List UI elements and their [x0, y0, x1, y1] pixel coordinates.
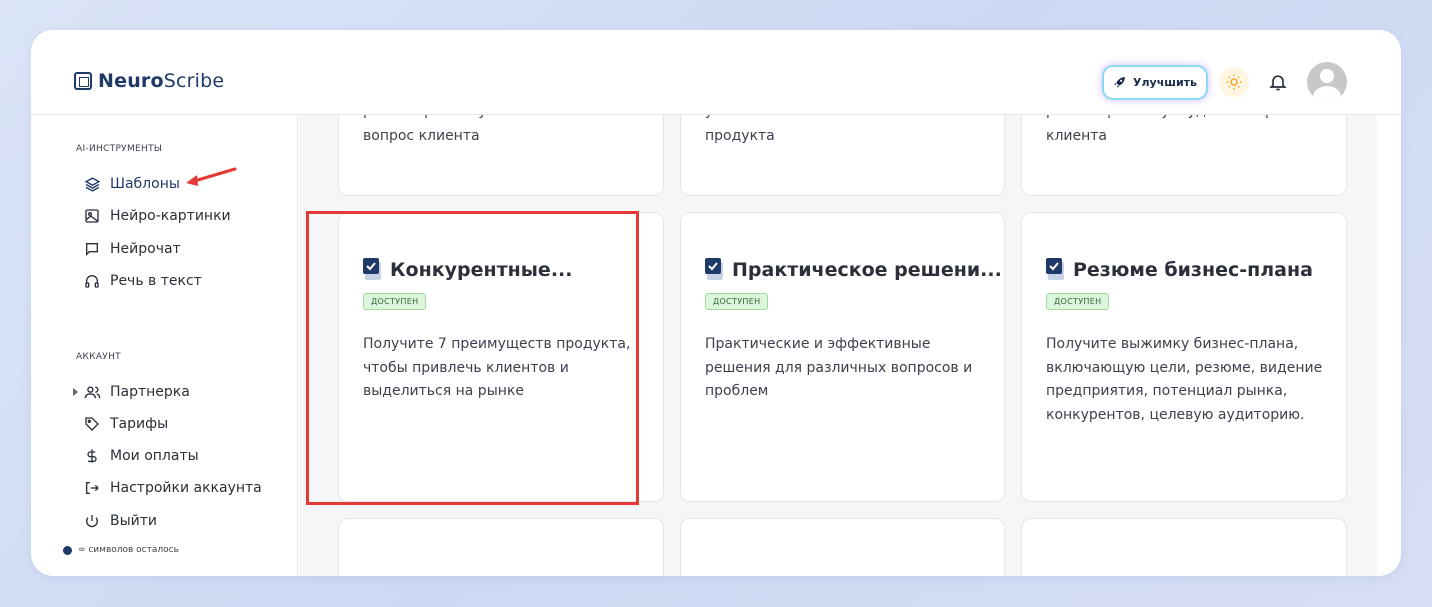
template-card[interactable]: решит проблему и удовлетворит клиента	[1021, 115, 1347, 196]
sidebar-item-account-settings[interactable]: Настройки аккаунта	[83, 479, 262, 497]
sidebar-item-logout[interactable]: Выйти	[83, 512, 157, 530]
rocket-icon	[1114, 77, 1125, 88]
status-dot	[63, 545, 72, 555]
theme-toggle-button[interactable]	[1219, 67, 1249, 97]
card-description-partial: решит проблему или ответит на	[363, 115, 604, 124]
sidebar-item-neuro-images[interactable]: Нейро-картинки	[83, 207, 231, 225]
checkbox-doc-icon	[1046, 258, 1066, 282]
symbols-remaining: ∞ символов осталось	[63, 545, 179, 555]
template-card[interactable]: уникальных возможностей вашего продукта	[680, 115, 1005, 196]
sidebar-item-label: Партнерка	[110, 384, 190, 400]
sidebar-item-label: Речь в текст	[110, 273, 202, 289]
app-window: NeuroScribe Улучшить AI-ИНСТРУМЕНТЫ Шабл…	[31, 30, 1401, 576]
card-title: Резюме бизнес-плана	[1046, 258, 1313, 282]
card-description-partial: клиента	[1046, 128, 1108, 144]
sidebar-item-label: Тарифы	[110, 416, 169, 432]
template-card-practical-solution[interactable]: Практическое решени... ДОСТУПЕН Практиче…	[680, 212, 1005, 502]
sidebar-item-templates[interactable]: Шаблоны	[83, 175, 180, 193]
upgrade-button[interactable]: Улучшить	[1104, 67, 1206, 98]
image-icon	[83, 207, 101, 225]
checkbox-doc-icon	[363, 258, 383, 282]
checkbox-doc-icon	[705, 258, 725, 282]
section-title-tools: AI-ИНСТРУМЕНТЫ	[76, 144, 163, 154]
sidebar-item-label: Выйти	[110, 513, 158, 529]
card-description-partial: уникальных возможностей вашего	[705, 115, 965, 124]
section-title-account: АККАУНТ	[76, 352, 121, 362]
notifications-button[interactable]	[1268, 72, 1288, 96]
annotation-arrow	[186, 167, 237, 186]
template-card[interactable]: решит проблему или ответит на вопрос кли…	[338, 115, 664, 196]
logo-icon	[74, 72, 92, 90]
sidebar-item-label: Шаблоны	[110, 176, 180, 192]
top-header: NeuroScribe Улучшить	[31, 30, 1401, 115]
card-description: Практические и эффективные решения для р…	[705, 336, 973, 399]
sidebar-item-label: Мои оплаты	[110, 448, 199, 464]
expand-caret-icon[interactable]	[73, 388, 78, 396]
template-card[interactable]	[680, 518, 1005, 576]
sidebar-item-payments[interactable]: Мои оплаты	[83, 447, 199, 465]
logo-text: NeuroScribe	[98, 70, 225, 92]
avatar[interactable]	[1307, 62, 1347, 102]
template-card-competitive[interactable]: Конкурентные... ДОСТУПЕН Получите 7 преи…	[338, 212, 664, 502]
tag-icon	[83, 415, 101, 433]
template-card-business-plan[interactable]: Резюме бизнес-плана ДОСТУПЕН Получите вы…	[1021, 212, 1347, 502]
users-icon	[83, 383, 101, 401]
card-description-partial: продукта	[705, 128, 775, 144]
card-title: Практическое решени...	[705, 258, 1002, 282]
card-description: Получите выжимку бизнес-плана, включающу…	[1046, 336, 1323, 423]
template-card[interactable]	[1021, 518, 1347, 576]
status-badge: ДОСТУПЕН	[705, 293, 769, 310]
bell-icon	[1269, 75, 1287, 91]
logo[interactable]: NeuroScribe	[74, 70, 224, 92]
sidebar-item-tariffs[interactable]: Тарифы	[83, 415, 168, 433]
headphones-icon	[83, 272, 101, 290]
sidebar-item-label: Настройки аккаунта	[110, 480, 262, 496]
status-badge: ДОСТУПЕН	[363, 293, 427, 310]
dollar-icon	[83, 447, 101, 465]
sidebar-item-neurochat[interactable]: Нейрочат	[83, 240, 181, 258]
upgrade-label: Улучшить	[1133, 76, 1197, 89]
sidebar-item-label: Нейрочат	[110, 241, 181, 257]
sidebar-item-speech-to-text[interactable]: Речь в текст	[83, 272, 202, 290]
sidebar-item-partner[interactable]: Партнерка	[73, 383, 190, 401]
layers-icon	[83, 175, 101, 193]
sidebar-item-label: Нейро-картинки	[110, 208, 231, 224]
logout-arrow-icon	[83, 479, 101, 497]
template-card[interactable]	[338, 518, 664, 576]
templates-grid: решит проблему или ответит на вопрос кли…	[299, 115, 1377, 576]
sidebar: AI-ИНСТРУМЕНТЫ Шаблоны Нейро-картинки Не…	[55, 115, 298, 576]
symbols-text: ∞ символов осталось	[78, 545, 179, 555]
card-description-partial: вопрос клиента	[363, 128, 480, 144]
sun-icon	[1226, 74, 1242, 90]
card-description: Получите 7 преимуществ продукта, чтобы п…	[363, 336, 631, 399]
status-badge: ДОСТУПЕН	[1046, 293, 1110, 310]
chat-icon	[83, 240, 101, 258]
power-icon	[83, 512, 101, 530]
card-description-partial: решит проблему и удовлетворит	[1046, 115, 1291, 124]
card-title: Конкурентные...	[363, 258, 572, 282]
